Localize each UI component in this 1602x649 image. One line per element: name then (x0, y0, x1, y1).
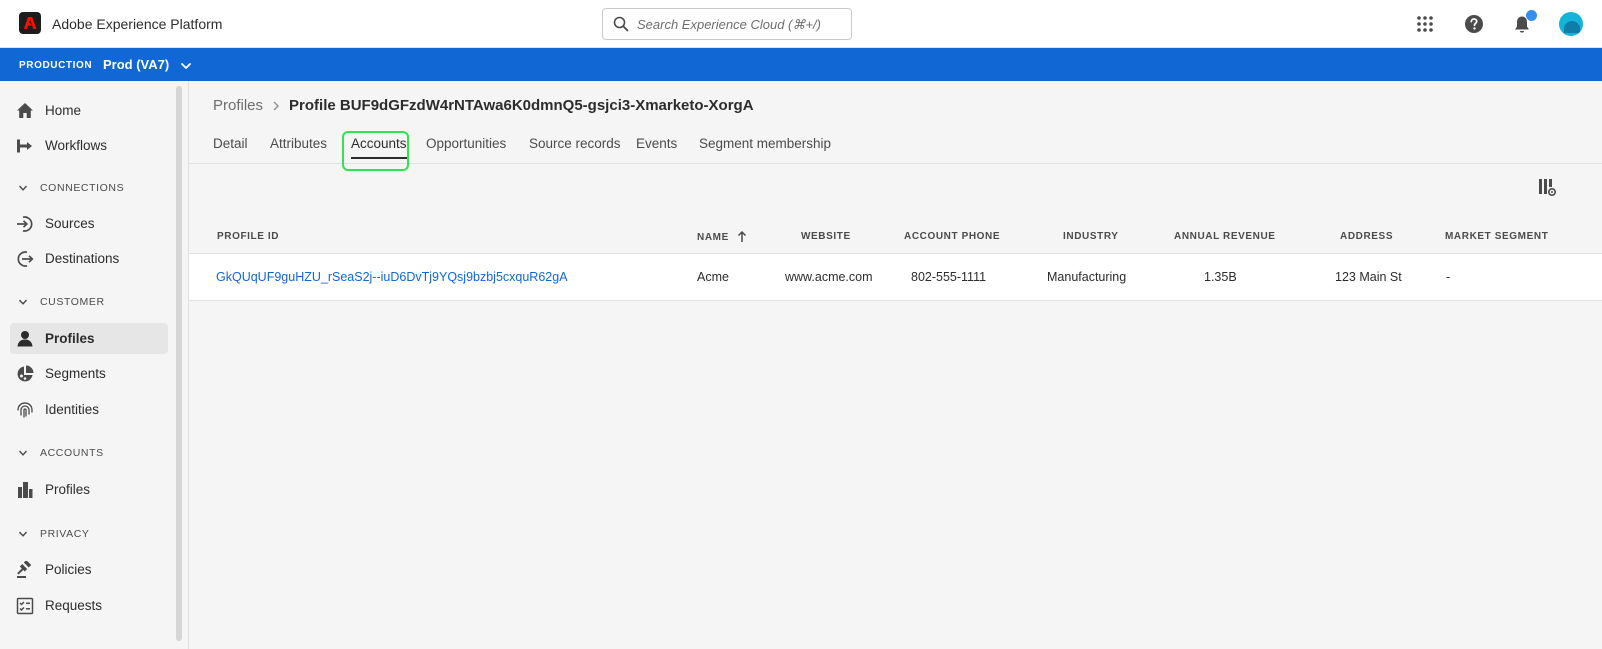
home-icon (15, 101, 35, 121)
column-header-name[interactable]: NAME (697, 231, 747, 243)
column-header-market-segment[interactable]: MARKET SEGMENT (1445, 231, 1548, 242)
policies-icon (15, 560, 35, 580)
cell-account-phone: 802-555-1111 (911, 270, 987, 284)
sidebar-item-segments[interactable]: Segments (10, 358, 168, 389)
sidebar-item-label: Sources (45, 216, 95, 231)
top-header: Adobe Experience Platform (0, 0, 1602, 48)
chevron-down-icon[interactable] (180, 59, 192, 77)
cell-market-segment: - (1446, 270, 1451, 284)
tab-accounts[interactable]: Accounts (351, 136, 407, 159)
tab-source-records[interactable]: Source records (529, 136, 621, 151)
adobe-logo-icon[interactable] (19, 12, 41, 34)
column-header-profile-id[interactable]: PROFILE ID (217, 231, 279, 242)
sources-icon (15, 214, 35, 234)
sidebar-item-identities[interactable]: Identities (10, 394, 168, 425)
sidebar-item-account-profiles[interactable]: Profiles (10, 474, 168, 505)
tab-segment-membership[interactable]: Segment membership (699, 136, 831, 151)
cell-industry: Manufacturing (1047, 270, 1127, 284)
sidebar-item-label: Destinations (45, 251, 120, 266)
column-header-address[interactable]: ADDRESS (1340, 231, 1393, 242)
section-customer[interactable]: CUSTOMER (18, 293, 105, 311)
section-connections[interactable]: CONNECTIONS (18, 179, 124, 197)
sidebar-item-policies[interactable]: Policies (10, 554, 168, 585)
cell-website: www.acme.com (785, 270, 873, 284)
page-title: Profile BUF9dGFzdW4rNTAwa6K0dmnQ5-gsjci3… (289, 97, 754, 114)
sidebar-nav: Home Workflows CONNECTIONS Sources Desti… (0, 81, 178, 649)
sidebar-item-destinations[interactable]: Destinations (10, 243, 168, 274)
sidebar-item-label: Identities (45, 402, 100, 417)
section-privacy[interactable]: PRIVACY (18, 525, 90, 543)
sidebar-item-label: Profiles (45, 482, 91, 497)
app-title[interactable]: Adobe Experience Platform (52, 16, 222, 32)
section-accounts[interactable]: ACCOUNTS (18, 444, 104, 462)
table-row[interactable]: GkQUqUF9guHZU_rSeaS2j--iuD6DvTj9YQsj9bzb… (189, 253, 1602, 301)
user-avatar[interactable] (1559, 12, 1583, 36)
profile-id-link[interactable]: GkQUqUF9guHZU_rSeaS2j--iuD6DvTj9YQsj9bzb… (216, 270, 568, 284)
column-settings-icon[interactable] (1536, 176, 1558, 198)
tab-events[interactable]: Events (636, 136, 677, 151)
table-header: PROFILE ID NAME WEBSITE ACCOUNT PHONE IN… (189, 219, 1602, 253)
tab-bar: Detail Attributes Accounts Opportunities… (189, 128, 1602, 164)
tab-attributes[interactable]: Attributes (270, 136, 327, 151)
search-box[interactable] (602, 8, 852, 40)
sidebar-item-label: Home (45, 103, 82, 118)
environment-bar: PRODUCTION Prod (VA7) (0, 48, 1602, 81)
building-icon (15, 480, 35, 500)
user-icon (15, 329, 35, 349)
notifications-icon[interactable] (1511, 10, 1537, 35)
column-header-website[interactable]: WEBSITE (801, 231, 851, 242)
sidebar-item-label: Profiles (45, 331, 95, 346)
tab-opportunities[interactable]: Opportunities (426, 136, 506, 151)
active-tab-indicator (351, 157, 407, 159)
search-input[interactable] (637, 16, 837, 32)
environment-label: PRODUCTION (19, 60, 93, 71)
sidebar-item-label: Requests (45, 598, 103, 613)
chevron-down-icon (18, 531, 28, 537)
cell-annual-revenue: 1.35B (1204, 270, 1237, 284)
section-label: PRIVACY (40, 528, 90, 540)
section-label: CUSTOMER (40, 296, 105, 308)
sidebar-item-customer-profiles[interactable]: Profiles (10, 323, 168, 354)
chevron-down-icon (18, 299, 28, 305)
chevron-down-icon (18, 450, 28, 456)
tab-label: Accounts (351, 136, 407, 151)
main-content: Profiles Profile BUF9dGFzdW4rNTAwa6K0dmn… (188, 81, 1602, 649)
tab-detail[interactable]: Detail (213, 136, 248, 151)
destinations-icon (15, 249, 35, 269)
column-label: NAME (697, 231, 729, 243)
apps-grid-icon[interactable] (1414, 13, 1436, 35)
column-header-account-phone[interactable]: ACCOUNT PHONE (904, 231, 1000, 242)
sidebar-item-label: Policies (45, 562, 92, 577)
search-icon (613, 16, 629, 32)
sidebar-item-home[interactable]: Home (10, 95, 168, 126)
segments-icon (15, 364, 35, 384)
sidebar-item-workflows[interactable]: Workflows (10, 130, 168, 161)
sort-ascending-icon (737, 231, 746, 242)
notification-badge (1526, 10, 1537, 21)
fingerprint-icon (15, 400, 35, 420)
requests-icon (15, 596, 35, 616)
cell-address: 123 Main St (1335, 270, 1402, 284)
section-label: ACCOUNTS (40, 447, 104, 459)
sidebar-item-label: Workflows (45, 138, 108, 153)
column-header-industry[interactable]: INDUSTRY (1063, 231, 1119, 242)
column-header-annual-revenue[interactable]: ANNUAL REVENUE (1174, 231, 1276, 242)
sandbox-selector[interactable]: Prod (VA7) (103, 57, 169, 72)
breadcrumb-profiles-link[interactable]: Profiles (213, 97, 263, 114)
section-label: CONNECTIONS (40, 182, 125, 194)
sidebar-scrollbar[interactable] (176, 86, 182, 641)
breadcrumb: Profiles Profile BUF9dGFzdW4rNTAwa6K0dmn… (213, 97, 754, 114)
cell-name: Acme (697, 270, 729, 284)
help-icon[interactable] (1463, 13, 1485, 35)
workflows-icon (15, 136, 35, 156)
sidebar-item-requests[interactable]: Requests (10, 590, 168, 621)
sidebar-item-label: Segments (45, 366, 106, 381)
sidebar-item-sources[interactable]: Sources (10, 208, 168, 239)
chevron-down-icon (18, 185, 28, 191)
chevron-right-icon (272, 101, 280, 111)
